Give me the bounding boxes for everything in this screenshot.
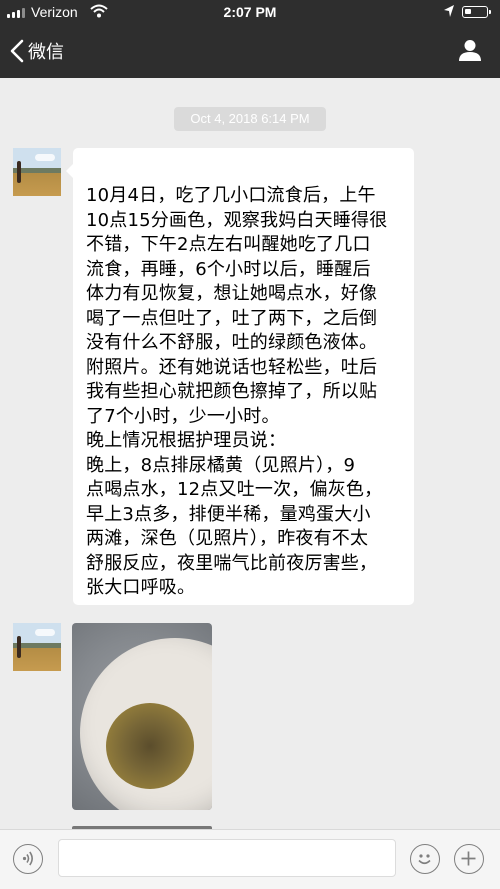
chat-timestamp: Oct 4, 2018 6:14 PM	[174, 107, 326, 131]
back-label: 微信	[28, 42, 64, 63]
voice-icon	[22, 851, 33, 866]
plus-icon	[461, 851, 476, 866]
emoji-button[interactable]	[410, 844, 440, 874]
status-bar: Verizon 2:07 PM	[0, 0, 500, 26]
message-input[interactable]	[58, 839, 396, 877]
top-bar: Verizon 2:07 PM 微信	[0, 0, 500, 78]
profile-icon	[459, 40, 481, 61]
message-bubble[interactable]: 10月4日，吃了几小口流食后，上午 10点15分画色，观察我妈白天睡得很 不错，…	[66, 148, 414, 605]
battery-icon	[462, 6, 491, 18]
profile-button[interactable]	[458, 38, 482, 66]
input-bar	[0, 829, 500, 889]
avatar[interactable]	[13, 623, 61, 671]
back-button[interactable]: 微信	[10, 38, 64, 64]
nav-bar: 微信	[0, 26, 500, 78]
plus-button[interactable]	[454, 844, 484, 874]
photo-message[interactable]	[72, 623, 212, 810]
voice-button[interactable]	[13, 844, 43, 874]
avatar[interactable]	[13, 148, 61, 196]
location-arrow-icon	[443, 4, 455, 21]
back-chevron-icon	[10, 39, 24, 63]
status-time: 2:07 PM	[223, 4, 277, 20]
emoji-icon	[418, 854, 431, 865]
